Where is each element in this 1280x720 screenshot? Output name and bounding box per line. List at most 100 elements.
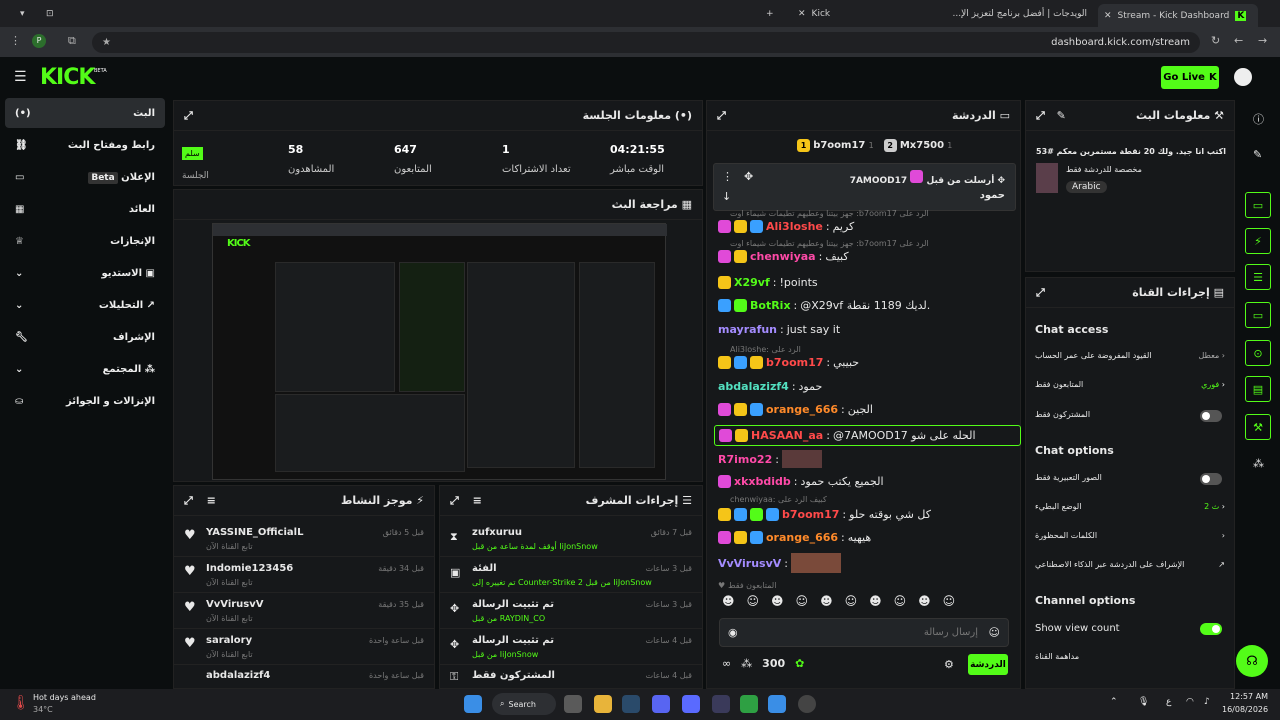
share-icon[interactable]: ⁂ (741, 657, 752, 670)
emote-icon[interactable]: ☺ (943, 594, 956, 614)
chat-message[interactable]: orange_666: الجين (718, 403, 1020, 416)
category-name[interactable]: مخصصة للدردشة فقط (1066, 165, 1142, 174)
subscribers-only-toggle[interactable] (1200, 410, 1222, 422)
rail-button-bolt[interactable]: ⚡ (1245, 228, 1271, 254)
emote-icon[interactable]: ☺ (796, 594, 809, 614)
expand-icon[interactable]: ⤢ (1036, 109, 1045, 122)
list-item[interactable]: ✥ تم تثبيت الرسالة من قبل RAYDIN_CO قبل … (440, 594, 702, 629)
tag-chip[interactable]: Arabic (1066, 181, 1107, 193)
pin-icon[interactable]: ✥ (744, 170, 753, 183)
expand-icon[interactable]: ⤢ (1036, 286, 1045, 300)
app-icon[interactable] (682, 695, 700, 713)
rail-button-list[interactable]: ☰ (1245, 264, 1271, 290)
raid-channel-button[interactable]: مداهمة القناة (1035, 652, 1079, 661)
setting-row[interactable]: الإشراف على الدردشة عبر الذكاء الاصطناعي… (1035, 560, 1225, 569)
gifter[interactable]: 2 Mx7500 1 (883, 139, 952, 152)
chat-message[interactable]: chenwiyaa: كبيف (718, 250, 1020, 263)
hamburger-menu-icon[interactable]: ☰ (14, 69, 27, 85)
emote-icon[interactable]: ☻ (722, 594, 735, 614)
app-icon[interactable] (712, 695, 730, 713)
new-tab-button[interactable]: + (760, 4, 780, 24)
profile-icon[interactable]: P (32, 34, 46, 48)
community-icon[interactable]: ⁂ (1253, 457, 1264, 470)
sidebar-item-ads[interactable]: ▭ Beta الإعلان (5, 162, 165, 192)
emote-icon[interactable]: ☺ (747, 594, 760, 614)
sidebar-item-analytics[interactable]: ⌄ التحليلات ↗ (5, 290, 165, 320)
category-thumbnail[interactable] (1036, 163, 1058, 193)
close-icon[interactable]: ✕ (1104, 11, 1112, 21)
chat-message[interactable]: mayrafun: just say it (718, 323, 1020, 336)
chat-message[interactable]: BotRix: @X29vf لديك 1189 نقطة. (718, 299, 1020, 312)
weather-text[interactable]: Hot days ahead (33, 693, 96, 702)
url-field[interactable]: ★ dashboard.kick.com/stream (92, 32, 1200, 53)
list-item[interactable]: ♥ Indomie123456 تابع القناة الآن قبل 34 … (174, 558, 434, 593)
chat-message[interactable]: Ali3loshe: كريم (718, 220, 1020, 233)
discord-icon[interactable] (652, 695, 670, 713)
list-item[interactable]: ⚿ المشتركون فقط قبل 4 ساعات (440, 666, 702, 688)
pencil-icon[interactable]: ✎ (1253, 148, 1262, 161)
sidebar-item-drops[interactable]: ⛀ الإنزالات و الجوائز (5, 386, 165, 416)
more-icon[interactable]: ⋮ (722, 170, 733, 183)
chat-message[interactable]: b7oom17: كل شي بوقته حلو (718, 508, 1020, 521)
emote-icon[interactable]: ☻ (918, 594, 931, 614)
close-icon[interactable]: ✕ (798, 9, 806, 19)
list-item[interactable]: ✥ تم تثبيت الرسالة من قبل IiJonSnow قبل … (440, 630, 702, 665)
rail-button-channel[interactable]: ▤ (1245, 376, 1271, 402)
volume-icon[interactable]: ♪ (1204, 697, 1210, 707)
microphone-icon[interactable]: 🎙︎ (1138, 697, 1149, 707)
chat-message-highlighted[interactable]: HASAAN_aa: @7AMOOD17 الحله على شو (714, 425, 1021, 446)
windows-start-icon[interactable] (464, 695, 482, 713)
sidebar-item-moderation[interactable]: 🔧︎ الإشراف (5, 322, 165, 352)
chat-message[interactable]: VvVirusvV: (718, 553, 1020, 573)
forward-icon[interactable]: → (1258, 34, 1267, 47)
emote-icon[interactable]: ☻ (869, 594, 882, 614)
menu-icon[interactable]: ⋮ (10, 34, 21, 47)
chat-message[interactable]: abdalazizf4: حمود (718, 380, 1020, 393)
sidebar-item-revenue[interactable]: ▦ العائد (5, 194, 165, 224)
setting-row[interactable]: القيود المفروضة على عمر الحساب معطل › (1035, 351, 1225, 360)
arrow-down-icon[interactable]: ↓ (722, 190, 731, 203)
chevron-up-icon[interactable]: ⌃ (1110, 697, 1118, 707)
file-explorer-icon[interactable] (564, 695, 582, 713)
clock-date[interactable]: 16/08/2026 (1222, 705, 1268, 714)
clock-time[interactable]: 12:57 AM (1222, 692, 1268, 701)
expand-icon[interactable]: ⤢ (184, 109, 193, 123)
target-icon[interactable]: ◉ (728, 626, 738, 639)
app-icon[interactable] (740, 695, 758, 713)
stream-preview-video[interactable]: KICK (212, 223, 667, 480)
chat-input[interactable]: ◉ إرسال رسالة ☺ (719, 618, 1009, 647)
go-live-button[interactable]: Go Live K (1161, 66, 1219, 89)
chat-message[interactable]: xkxbdidb: الجميع يكتب حمود (718, 475, 1020, 488)
4k-app-icon[interactable] (798, 695, 816, 713)
sidebar-item-studio[interactable]: ⌄ الاستديو ▣ (5, 258, 165, 288)
tab-kick[interactable]: ✕ Kick (792, 4, 912, 24)
steam-icon[interactable] (622, 695, 640, 713)
language-indicator[interactable]: ع (1166, 697, 1171, 707)
chat-message[interactable]: b7oom17: حبيبي (718, 356, 1020, 369)
emoji-icon[interactable]: ☺ (989, 626, 1000, 639)
gear-icon[interactable]: ⚙ (944, 658, 954, 671)
sidebar-item-achievements[interactable]: ♕ الإنجازات (5, 226, 165, 256)
chrome-icon[interactable] (594, 695, 612, 713)
show-view-count-toggle[interactable] (1200, 623, 1222, 635)
setting-row[interactable]: الوضع البطيء 2 ث › (1035, 502, 1225, 511)
chat-message[interactable]: orange_666: هيهيه (718, 531, 1020, 544)
chat-message[interactable]: R7imo22: (718, 450, 1020, 468)
list-item[interactable]: ▣ الفئة تم تغييره إلى Counter-Strike 2 م… (440, 558, 702, 593)
rail-button-preview[interactable]: ▭ (1245, 192, 1271, 218)
kick-logo[interactable]: KICK (40, 65, 95, 90)
photos-icon[interactable] (768, 695, 786, 713)
sidebar-item-stream[interactable]: (•) البث (5, 98, 165, 128)
expand-icon[interactable]: ⤢ (717, 109, 726, 123)
rail-button-chat[interactable]: ▭ (1245, 302, 1271, 328)
list-item[interactable]: abdalazizf4 قبل ساعة واحدة (174, 666, 434, 688)
rail-button-wrench[interactable]: ⚒ (1245, 414, 1271, 440)
tab-widgets[interactable]: الويدجات | أفضل برنامج لتعزيز الإ... (918, 4, 1093, 24)
support-button[interactable]: ☊ (1236, 645, 1268, 677)
wifi-icon[interactable]: ◠ (1186, 697, 1194, 707)
info-icon[interactable]: ⓘ (1253, 111, 1264, 127)
emote-icon[interactable]: ☺ (894, 594, 907, 614)
pencil-icon[interactable]: ✎ (1057, 109, 1066, 122)
emote-only-toggle[interactable] (1200, 473, 1222, 485)
expand-icon[interactable]: ⤢ (184, 494, 193, 507)
